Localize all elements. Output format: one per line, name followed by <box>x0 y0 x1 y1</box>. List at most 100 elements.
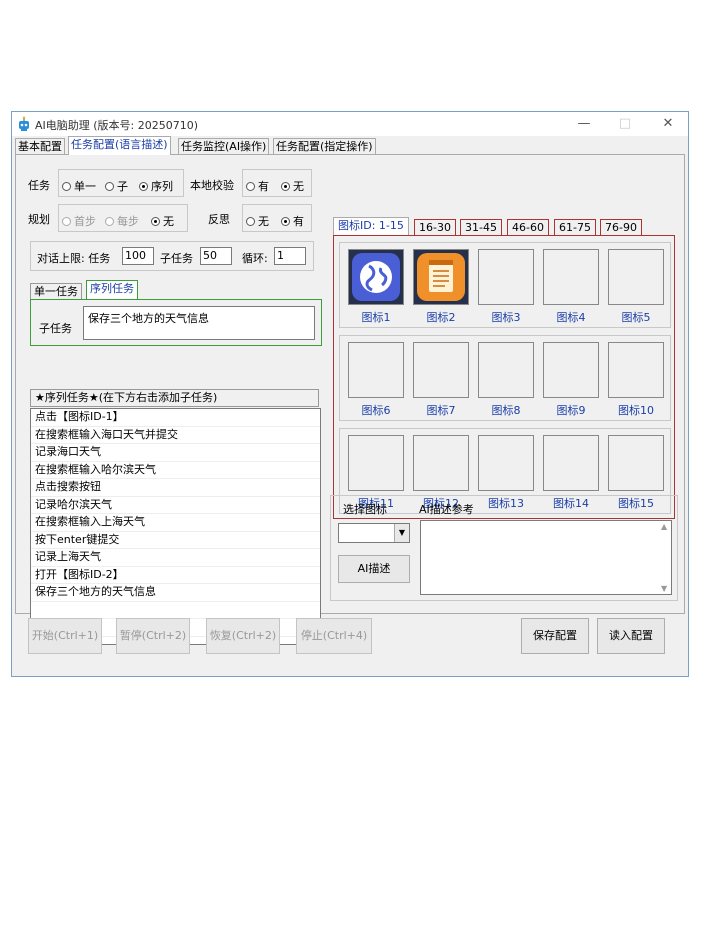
title-bar: AI电脑助理 (版本号: 20250710) — □ ✕ <box>12 112 688 136</box>
radio-plan-first[interactable]: 首步 <box>62 213 96 229</box>
stop-button[interactable]: 停止(Ctrl+4) <box>296 618 372 654</box>
icon-row-1: 图标1 图标2 图标3 图标4 图标5 <box>339 242 671 328</box>
radio-circle <box>62 182 71 191</box>
tab-sequence-task[interactable]: 序列任务 <box>86 280 138 300</box>
maximize-button[interactable]: □ <box>605 112 645 136</box>
icon-slot-15[interactable] <box>608 435 664 491</box>
radio-label: 无 <box>258 215 269 228</box>
icon-slot-4[interactable] <box>543 249 599 305</box>
icon-slot-9[interactable] <box>543 342 599 398</box>
select-icon-dropdown[interactable]: ▼ <box>338 523 410 543</box>
icon-slot-6[interactable] <box>348 342 404 398</box>
tab-icon-46-60[interactable]: 46-60 <box>507 219 549 236</box>
radio-circle <box>281 217 290 226</box>
chevron-down-icon[interactable]: ▼ <box>394 524 409 542</box>
close-button[interactable]: ✕ <box>648 112 688 136</box>
list-item[interactable]: 打开【图标ID-2】 <box>31 567 320 584</box>
pause-button[interactable]: 暂停(Ctrl+2) <box>116 618 190 654</box>
list-item[interactable]: 记录上海天气 <box>31 549 320 567</box>
loop-input[interactable]: 1 <box>274 247 306 265</box>
radio-circle <box>62 217 71 226</box>
task-type-group: 单一 子 序列 <box>58 169 184 197</box>
icon-row-2: 图标6 图标7 图标8 图标9 图标10 <box>339 335 671 421</box>
radio-reflect-no[interactable]: 无 <box>246 213 269 229</box>
start-button[interactable]: 开始(Ctrl+1) <box>28 618 102 654</box>
task-limit-input[interactable]: 100 <box>122 247 154 265</box>
list-item[interactable]: 点击【图标ID-1】 <box>31 409 320 427</box>
tab-task-config-language[interactable]: 任务配置(语言描述) <box>68 136 171 155</box>
subtask-limit-label: 子任务 <box>160 252 193 265</box>
icon-label: 图标8 <box>491 404 521 417</box>
limit-task-label: 对话上限: 任务 <box>37 252 111 265</box>
list-item[interactable]: 记录海口天气 <box>31 444 320 462</box>
list-item[interactable]: 在搜索框输入上海天气 <box>31 514 320 532</box>
icon-slot-2[interactable] <box>413 249 469 305</box>
radio-label: 有 <box>258 180 269 193</box>
icon-slot-10[interactable] <box>608 342 664 398</box>
radio-task-sub[interactable]: 子 <box>105 178 128 194</box>
local-check-group: 有 无 <box>242 169 312 197</box>
tab-icon-1-15[interactable]: 图标ID: 1-15 <box>333 217 409 236</box>
list-item[interactable] <box>31 602 320 619</box>
icon-slot-14[interactable] <box>543 435 599 491</box>
scroll-up-icon[interactable]: ▲ <box>661 522 667 531</box>
tab-single-task[interactable]: 单一任务 <box>30 283 82 300</box>
task-type-label: 任务 <box>28 179 50 192</box>
subtask-limit-input[interactable]: 50 <box>200 247 232 265</box>
radio-plan-none[interactable]: 无 <box>151 213 174 229</box>
icon-slot-3[interactable] <box>478 249 534 305</box>
list-item[interactable]: 在搜索框输入哈尔滨天气 <box>31 462 320 479</box>
tab-task-monitor[interactable]: 任务监控(AI操作) <box>178 138 270 154</box>
tab-icon-76-90[interactable]: 76-90 <box>600 219 642 236</box>
icon-slot-1[interactable] <box>348 249 404 305</box>
radio-check-no[interactable]: 无 <box>281 178 304 194</box>
radio-circle <box>105 182 114 191</box>
icon-slot-8[interactable] <box>478 342 534 398</box>
icon-slot-5[interactable] <box>608 249 664 305</box>
tab-icon-31-45[interactable]: 31-45 <box>460 219 502 236</box>
list-item[interactable]: 按下enter键提交 <box>31 532 320 549</box>
scroll-down-icon[interactable]: ▼ <box>661 584 667 593</box>
globe-icon <box>352 253 400 301</box>
radio-check-yes[interactable]: 有 <box>246 178 269 194</box>
subtask-input[interactable]: 保存三个地方的天气信息 <box>83 306 315 340</box>
icon-slot-12[interactable] <box>413 435 469 491</box>
icon-label: 图标1 <box>361 311 391 324</box>
radio-plan-each[interactable]: 每步 <box>105 213 139 229</box>
scrollbar[interactable]: ▲ ▼ <box>659 521 671 594</box>
radio-label: 无 <box>293 180 304 193</box>
plan-label: 规划 <box>28 213 50 226</box>
tab-content-panel: 任务 单一 子 序列 本地校验 有 无 规划 首步 每步 无 反思 无 有 对话… <box>15 154 685 645</box>
radio-circle <box>139 182 148 191</box>
radio-task-single[interactable]: 单一 <box>62 178 96 194</box>
radio-task-sequence[interactable]: 序列 <box>139 178 173 194</box>
tab-icon-16-30[interactable]: 16-30 <box>414 219 456 236</box>
list-item[interactable]: 记录哈尔滨天气 <box>31 497 320 514</box>
sequence-task-list[interactable]: 点击【图标ID-1】 在搜索框输入海口天气并提交 记录海口天气 在搜索框输入哈尔… <box>30 408 321 645</box>
radio-circle <box>151 217 160 226</box>
ai-desc-textarea[interactable]: ▲ ▼ <box>420 520 672 595</box>
minimize-button[interactable]: — <box>564 112 604 136</box>
icon-slot-7[interactable] <box>413 342 469 398</box>
load-config-button[interactable]: 读入配置 <box>597 618 665 654</box>
ai-desc-button[interactable]: AI描述 <box>338 555 410 583</box>
tab-task-config-specified[interactable]: 任务配置(指定操作) <box>273 138 376 154</box>
tab-basic-config[interactable]: 基本配置 <box>15 138 65 154</box>
ai-desc-group: 选择图标 AI描述参考 ▼ AI描述 ▲ ▼ <box>330 495 678 601</box>
icon-label: 图标3 <box>491 311 521 324</box>
radio-label: 子 <box>117 180 128 193</box>
list-item[interactable]: 点击搜索按钮 <box>31 479 320 497</box>
local-check-label: 本地校验 <box>190 179 234 192</box>
tab-icon-61-75[interactable]: 61-75 <box>554 219 596 236</box>
ai-desc-ref-label: AI描述参考 <box>419 503 474 516</box>
radio-label: 有 <box>293 215 304 228</box>
save-config-button[interactable]: 保存配置 <box>521 618 589 654</box>
icon-label: 图标4 <box>556 311 586 324</box>
list-item[interactable]: 保存三个地方的天气信息 <box>31 584 320 602</box>
resume-button[interactable]: 恢复(Ctrl+2) <box>206 618 280 654</box>
icon-slot-11[interactable] <box>348 435 404 491</box>
radio-reflect-yes[interactable]: 有 <box>281 213 304 229</box>
icon-slot-13[interactable] <box>478 435 534 491</box>
list-item[interactable]: 在搜索框输入海口天气并提交 <box>31 427 320 444</box>
radio-circle <box>246 217 255 226</box>
